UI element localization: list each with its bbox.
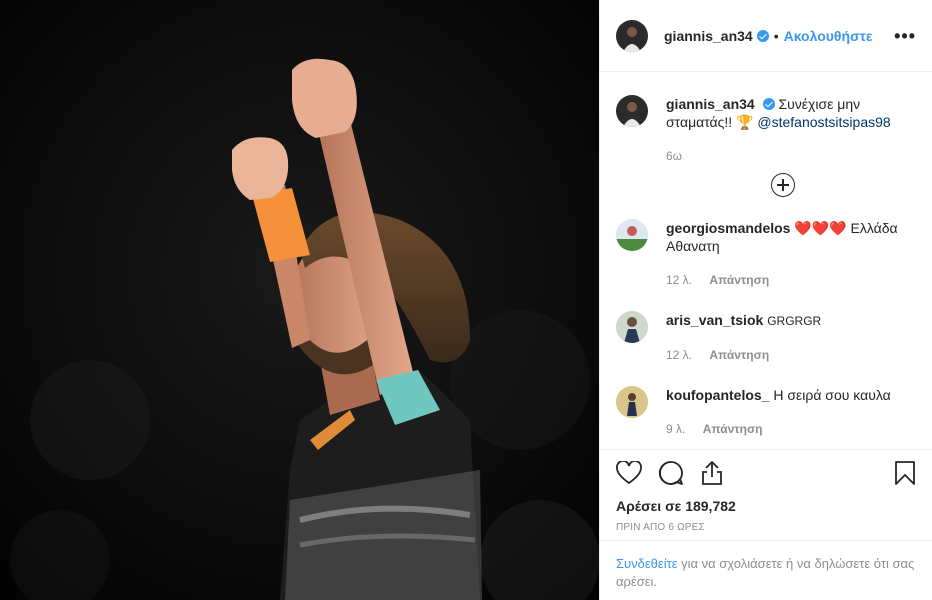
reply-button[interactable]: Απάντηση xyxy=(709,273,769,287)
login-link[interactable]: Συνδεθείτε xyxy=(616,556,678,571)
login-prompt: Συνδεθείτε για να σχολιάσετε ή να δηλώσε… xyxy=(600,540,932,600)
instagram-post-modal: giannis_an34 • Ακολουθήστε ••• giannis_a… xyxy=(0,0,932,600)
comment-hearts: ❤️❤️❤️ xyxy=(794,220,847,236)
separator-dot: • xyxy=(773,27,779,44)
bookmark-icon[interactable] xyxy=(894,460,916,491)
caption-time[interactable]: 6ω xyxy=(666,147,916,165)
caption: giannis_an34 Συνέχισε μην σταματάς!! 🏆 @… xyxy=(616,73,916,197)
plus-circle-icon[interactable] xyxy=(771,173,795,197)
post-photo[interactable] xyxy=(0,0,599,600)
post-side-panel: giannis_an34 • Ακολουθήστε ••• giannis_a… xyxy=(599,0,932,600)
comment-username[interactable]: aris_van_tsiok xyxy=(666,312,763,328)
verified-badge-icon xyxy=(756,29,769,42)
comment-time[interactable]: 12 λ. xyxy=(666,273,692,287)
comment-avatar[interactable] xyxy=(616,311,648,343)
reply-button[interactable]: Απάντηση xyxy=(703,422,763,436)
comment-avatar[interactable] xyxy=(616,219,648,251)
comment-avatar[interactable] xyxy=(616,386,648,418)
author-username[interactable]: giannis_an34 xyxy=(664,28,753,44)
reply-button[interactable]: Απάντηση xyxy=(709,348,769,362)
share-icon[interactable] xyxy=(700,460,724,491)
comment-item: georgiosmandelos ❤️❤️❤️ Ελλάδα Αθανατη 1… xyxy=(616,197,916,289)
comment-time[interactable]: 12 λ. xyxy=(666,348,692,362)
post-actions: Αρέσει σε 189,782 ΠΡΙΝ ΑΠΟ 6 ΩΡΕΣ xyxy=(600,449,932,533)
caption-username[interactable]: giannis_an34 xyxy=(666,96,755,112)
comment-username[interactable]: koufopantelos_ xyxy=(666,387,769,403)
comment-icon[interactable] xyxy=(658,460,684,491)
follow-button[interactable]: Ακολουθήστε xyxy=(784,28,873,44)
author-avatar[interactable] xyxy=(616,19,648,52)
caption-mention[interactable]: @stefanostsitsipas98 xyxy=(757,114,890,130)
likes-count[interactable]: Αρέσει σε 189,782 xyxy=(616,498,916,514)
comment-username[interactable]: georgiosmandelos xyxy=(666,220,790,236)
caption-avatar[interactable] xyxy=(616,95,648,127)
comment-text: GRGRGR xyxy=(767,314,822,328)
comment-text: Η σειρά σου καυλα xyxy=(773,387,891,403)
heart-icon[interactable] xyxy=(616,459,642,490)
more-options-icon[interactable]: ••• xyxy=(894,26,916,47)
post-header: giannis_an34 • Ακολουθήστε ••• xyxy=(600,0,932,72)
comments-list[interactable]: giannis_an34 Συνέχισε μην σταματάς!! 🏆 @… xyxy=(600,73,932,449)
post-timestamp[interactable]: ΠΡΙΝ ΑΠΟ 6 ΩΡΕΣ xyxy=(616,522,916,533)
verified-badge-icon xyxy=(762,98,775,110)
comment-time[interactable]: 9 λ. xyxy=(666,422,685,436)
comment-item: koufopantelos_ Η σειρά σου καυλα 9 λ. Απ… xyxy=(616,364,916,438)
comment-item: aris_van_tsiok GRGRGR 12 λ. Απάντηση xyxy=(616,289,916,364)
photo-tennis-player-celebrating xyxy=(0,0,599,600)
